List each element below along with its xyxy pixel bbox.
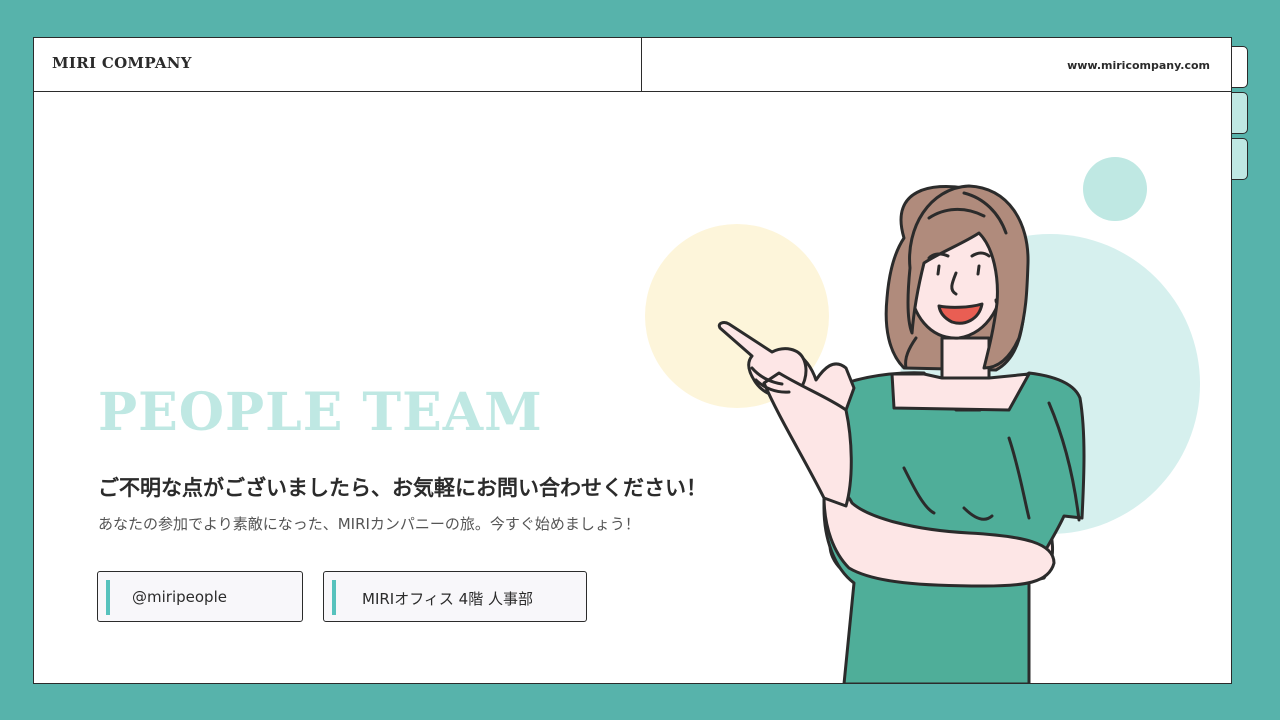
chip-accent-bar	[106, 580, 110, 615]
social-handle-chip[interactable]: @miripeople	[97, 571, 303, 622]
mint-circle-small	[1083, 157, 1147, 221]
hero-title: PEOPLE TEAM	[98, 382, 543, 443]
social-handle-label: @miripeople	[132, 588, 227, 606]
office-location-label: MIRIオフィス 4階 人事部	[362, 590, 533, 608]
chip-accent-bar	[332, 580, 336, 615]
headline: ご不明な点がございましたら、お気軽にお問い合わせください！	[98, 476, 707, 500]
subline: あなたの参加でより素敵になった、MIRIカンパニーの旅。今すぐ始めましょう！	[98, 515, 640, 533]
neckline	[890, 372, 1031, 412]
slide-card: MIRI COMPANY www.miricompany.com PEOPLE …	[33, 37, 1232, 684]
office-location-chip[interactable]: MIRIオフィス 4階 人事部	[323, 571, 587, 622]
